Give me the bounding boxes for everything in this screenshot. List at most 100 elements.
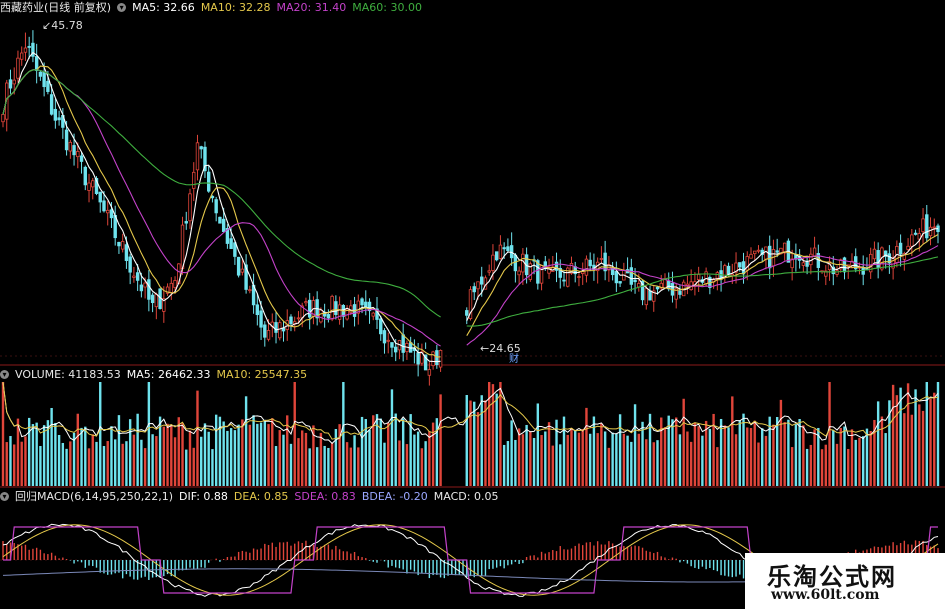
- volume-bar: [80, 427, 83, 486]
- candle-body: [494, 251, 499, 261]
- arrow-icon: ↙: [42, 19, 52, 32]
- candle-body: [932, 226, 936, 229]
- volume-settings-icon[interactable]: ▾: [0, 369, 9, 379]
- volume-bar: [862, 436, 865, 486]
- macd-settings-icon[interactable]: ▾: [0, 491, 9, 501]
- volume-bar: [413, 434, 416, 486]
- volume-bar: [790, 447, 794, 486]
- candle-body: [319, 309, 323, 323]
- volume-bar: [914, 389, 917, 486]
- candle-body: [23, 47, 28, 53]
- volume-bar: [229, 428, 233, 486]
- volume-bar: [439, 394, 442, 486]
- volume-bar: [140, 439, 143, 486]
- volume-bar: [114, 439, 117, 486]
- volume-bar: [686, 431, 689, 486]
- volume-bar: [809, 444, 813, 486]
- volume-bar: [675, 417, 678, 486]
- volume-bar: [570, 427, 573, 486]
- candle-body: [390, 342, 394, 348]
- finance-marker[interactable]: 财: [509, 353, 519, 366]
- volume-bar: [177, 417, 180, 486]
- candle-body: [42, 71, 46, 88]
- volume-bar: [547, 422, 551, 486]
- volume-bar: [918, 404, 921, 486]
- volume-bar: [757, 442, 760, 486]
- volume-bar: [360, 416, 364, 486]
- volume-bar: [521, 434, 525, 486]
- volume-bar: [749, 428, 753, 486]
- candle-body: [379, 318, 383, 335]
- volume-bar: [102, 446, 106, 486]
- volume-bar: [663, 427, 667, 486]
- volume-bar: [387, 422, 390, 486]
- volume-bar: [278, 430, 281, 486]
- volume-bar: [330, 442, 334, 486]
- volume-bar: [106, 441, 109, 486]
- candle-body: [768, 245, 772, 269]
- volume-bar: [645, 439, 648, 486]
- volume-bar: [203, 423, 207, 486]
- volume-bar: [906, 383, 910, 486]
- candle-body: [76, 151, 80, 158]
- stock-title: 西藏药业(日线 前复权): [0, 1, 112, 14]
- candle-body: [289, 316, 293, 325]
- volume-bar: [502, 444, 506, 486]
- stock-chart[interactable]: [0, 0, 945, 609]
- volume-bar: [734, 434, 738, 486]
- volume-bar: [173, 437, 177, 486]
- volume-bar: [480, 395, 483, 486]
- candle-body: [307, 299, 312, 318]
- volume-bar: [544, 431, 547, 486]
- volume-bar: [798, 419, 801, 486]
- volume-bar: [510, 420, 513, 486]
- volume-bar: [491, 384, 495, 486]
- candle-body: [132, 275, 136, 278]
- candle-body: [12, 79, 16, 85]
- volume-bar: [147, 382, 151, 486]
- candle-body: [147, 279, 151, 300]
- sdea-label: SDEA: 0.83: [294, 489, 356, 503]
- volume-bar: [91, 434, 94, 486]
- candle-body: [296, 317, 301, 320]
- volume-bar: [746, 427, 749, 486]
- volume-bar: [31, 424, 35, 486]
- volume-bar: [775, 417, 779, 486]
- candle-body: [618, 281, 622, 284]
- candle-body: [678, 290, 682, 295]
- candle-body: [98, 191, 102, 203]
- volume-bar: [600, 423, 603, 486]
- candle-body: [509, 245, 514, 259]
- candle-body: [928, 226, 933, 237]
- volume-ma10-label: MA10: 25547.35: [216, 367, 308, 381]
- candle-body: [87, 182, 91, 191]
- volume-bar: [656, 440, 659, 486]
- settings-icon[interactable]: ▾: [117, 2, 127, 12]
- candle-body: [53, 108, 58, 121]
- candle-body: [326, 314, 331, 319]
- volume-bar: [615, 433, 618, 486]
- volume-bar: [921, 410, 925, 486]
- volume-bar: [390, 389, 394, 486]
- candle-body: [427, 369, 432, 376]
- candle-body: [180, 224, 185, 270]
- candle-body: [255, 304, 260, 316]
- volume-bar: [211, 449, 214, 486]
- candle-body: [109, 209, 114, 219]
- candle-body: [278, 322, 282, 339]
- volume-bar: [910, 414, 914, 486]
- volume-bar: [761, 428, 764, 486]
- candle-body: [334, 301, 338, 315]
- candle-body: [192, 171, 196, 189]
- watermark-url: www.60lt.com: [771, 587, 880, 603]
- candle-body: [603, 252, 607, 272]
- volume-bar: [802, 425, 805, 486]
- volume-bar: [476, 412, 480, 486]
- candle-body: [517, 270, 521, 276]
- volume-bar: [334, 429, 338, 486]
- volume-bar: [506, 441, 510, 486]
- candle-body: [274, 322, 278, 333]
- volume-bar: [267, 424, 270, 486]
- volume-bar: [200, 436, 203, 486]
- candle-body: [214, 199, 218, 214]
